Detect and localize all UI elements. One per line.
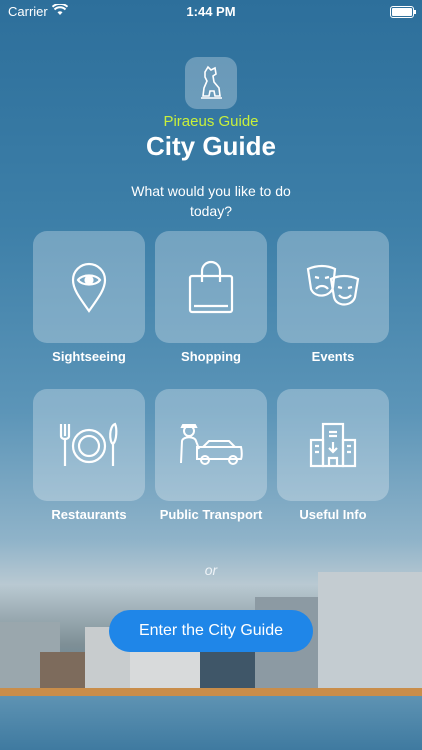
events-label[interactable]: Events xyxy=(263,349,403,364)
enter-city-guide-button[interactable]: Enter the City Guide xyxy=(109,610,313,652)
status-bar: Carrier 1:44 PM xyxy=(0,0,422,24)
useful-info-tile[interactable] xyxy=(277,389,389,501)
chauffeur-car-icon xyxy=(180,424,243,465)
sightseeing-tile[interactable] xyxy=(33,231,145,343)
app-subtitle: Piraeus Guide xyxy=(163,113,259,130)
lion-statue-icon xyxy=(201,65,222,99)
app-logo xyxy=(185,57,237,109)
divider-or: or xyxy=(204,562,218,578)
prompt-text: What would you like to do today? xyxy=(131,183,291,219)
location-eye-icon xyxy=(71,262,107,313)
public-transport-label[interactable]: Public Transport xyxy=(141,507,281,522)
theater-masks-icon xyxy=(306,264,360,306)
public-transport-tile[interactable] xyxy=(155,389,267,501)
shopping-bag-icon xyxy=(188,260,234,314)
events-tile[interactable] xyxy=(277,231,389,343)
plate-cutlery-icon xyxy=(59,422,118,466)
battery-icon xyxy=(390,6,416,18)
building-info-icon xyxy=(309,422,357,468)
restaurants-tile[interactable] xyxy=(33,389,145,501)
restaurants-label[interactable]: Restaurants xyxy=(19,507,159,522)
shopping-tile[interactable] xyxy=(155,231,267,343)
status-time: 1:44 PM xyxy=(186,4,236,19)
sightseeing-label[interactable]: Sightseeing xyxy=(19,349,159,364)
page-title: City Guide xyxy=(145,131,276,161)
shopping-label[interactable]: Shopping xyxy=(141,349,281,364)
useful-info-label[interactable]: Useful Info xyxy=(263,507,403,522)
